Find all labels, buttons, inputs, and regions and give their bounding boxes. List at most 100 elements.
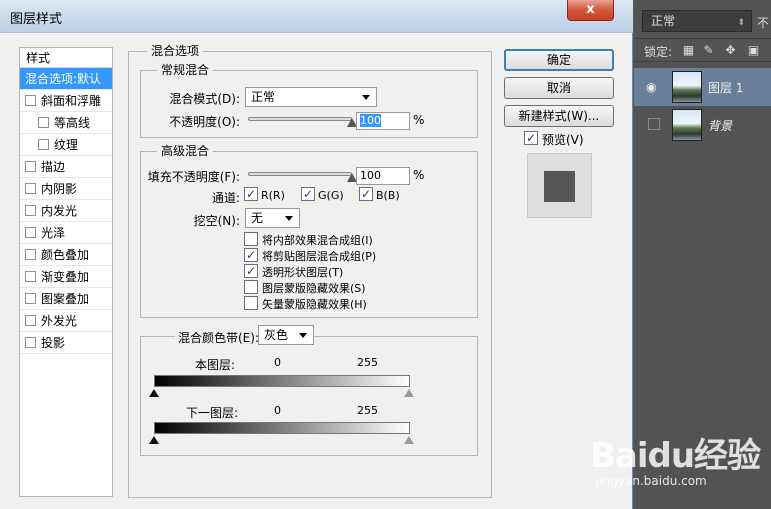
- blend-clipped-checkbox[interactable]: ✓: [244, 248, 258, 262]
- general-blending-title: 常规混合: [157, 63, 214, 77]
- channel-g-checkbox[interactable]: ✓: [301, 187, 315, 201]
- style-item-inner-glow[interactable]: 内发光: [20, 200, 112, 222]
- blend-interior-label: 将内部效果混合成组(I): [262, 234, 373, 247]
- style-item-drop-shadow[interactable]: 投影: [20, 332, 112, 354]
- lock-move-icon[interactable]: ✥: [724, 44, 737, 57]
- blend-interior-checkbox[interactable]: [244, 232, 258, 246]
- layer-name: 图层 1: [708, 81, 744, 95]
- underlying-layer-gradient: [154, 422, 410, 434]
- lock-row: 锁定: ▦ ✎ ✥ ▣: [634, 38, 771, 62]
- checkbox[interactable]: [25, 315, 36, 326]
- checkbox[interactable]: [38, 117, 49, 128]
- new-style-button[interactable]: 新建样式(W)...: [504, 105, 614, 127]
- layer-mask-hides-label: 图层蒙版隐藏效果(S): [262, 282, 366, 295]
- style-item-outer-glow[interactable]: 外发光: [20, 310, 112, 332]
- preview-label: 预览(V): [542, 133, 584, 147]
- checkbox[interactable]: [25, 227, 36, 238]
- advanced-blending-title: 高级混合: [157, 144, 214, 158]
- fill-opacity-input[interactable]: 100: [356, 167, 410, 185]
- style-item-stroke[interactable]: 描边: [20, 156, 112, 178]
- style-item-texture[interactable]: 纹理: [20, 134, 112, 156]
- underlying-layer-label: 下一图层:: [186, 406, 239, 420]
- checkbox[interactable]: [25, 161, 36, 172]
- blend-if-select[interactable]: 灰色: [258, 325, 314, 345]
- lock-all-icon[interactable]: ▣: [747, 44, 760, 57]
- checkbox[interactable]: [25, 205, 36, 216]
- style-item-bevel-emboss[interactable]: 斜面和浮雕: [20, 90, 112, 112]
- knockout-select[interactable]: 无: [245, 208, 300, 228]
- vector-mask-hides-checkbox[interactable]: [244, 296, 258, 310]
- style-item-color-overlay[interactable]: 颜色叠加: [20, 244, 112, 266]
- chevron-down-icon: [285, 216, 293, 221]
- style-item-inner-shadow[interactable]: 内阴影: [20, 178, 112, 200]
- close-icon: x: [586, 2, 595, 17]
- lock-brush-icon[interactable]: ✎: [702, 44, 715, 57]
- opacity-slider[interactable]: [248, 117, 352, 121]
- preview-swatch: [544, 171, 575, 202]
- style-item-pattern-overlay[interactable]: 图案叠加: [20, 288, 112, 310]
- checkbox[interactable]: [25, 183, 36, 194]
- layer-opacity-label: 不: [757, 16, 770, 30]
- style-list: 样式 混合选项:默认 斜面和浮雕 等高线 纹理 描边 内阴影 内发光 光泽 颜色…: [19, 47, 113, 497]
- dialog-title: 图层样式: [10, 12, 63, 27]
- visibility-toggle[interactable]: [648, 118, 660, 130]
- checkbox[interactable]: [38, 139, 49, 150]
- checkbox[interactable]: [25, 95, 36, 106]
- style-item-satin[interactable]: 光泽: [20, 222, 112, 244]
- lock-transparent-icon[interactable]: ▦: [682, 44, 695, 57]
- this-layer-label: 本图层:: [195, 358, 236, 372]
- channel-r-checkbox[interactable]: ✓: [244, 187, 258, 201]
- layer-style-dialog: 图层样式 x 样式 混合选项:默认 斜面和浮雕 等高线 纹理 描边 内阴影 内发…: [0, 0, 633, 509]
- knockout-label: 挖空(N):: [193, 214, 240, 228]
- blend-if-label: 混合颜色带(E):: [175, 329, 262, 346]
- blend-mode-select[interactable]: 正常: [245, 87, 377, 107]
- preview-thumbnail: [527, 153, 592, 218]
- channel-r-label: R(R): [261, 189, 285, 202]
- this-layer-low: 0: [274, 356, 281, 369]
- checkbox[interactable]: [25, 337, 36, 348]
- opacity-label: 不透明度(O):: [169, 115, 240, 129]
- this-layer-white-handle[interactable]: [404, 389, 414, 397]
- layer-blend-mode-select[interactable]: 正常 ⬍: [642, 10, 752, 32]
- cancel-button[interactable]: 取消: [504, 77, 614, 99]
- layer-thumbnail: [672, 109, 702, 141]
- close-button[interactable]: x: [567, 0, 614, 21]
- fill-opacity-slider[interactable]: [248, 172, 352, 176]
- style-item-gradient-overlay[interactable]: 渐变叠加: [20, 266, 112, 288]
- underlying-layer-high: 255: [357, 404, 378, 417]
- style-item-blend-options[interactable]: 混合选项:默认: [20, 68, 112, 90]
- blend-if-group: [140, 336, 478, 456]
- layer-mask-hides-checkbox[interactable]: [244, 280, 258, 294]
- layer-row-background[interactable]: 背景: [634, 106, 771, 144]
- opacity-pct: %: [413, 113, 425, 127]
- transparency-shapes-label: 透明形状图层(T): [262, 266, 344, 279]
- style-item-contour[interactable]: 等高线: [20, 112, 112, 134]
- transparency-shapes-checkbox[interactable]: ✓: [244, 264, 258, 278]
- underlying-layer-black-handle[interactable]: [149, 436, 159, 444]
- opacity-input[interactable]: 100: [356, 112, 410, 130]
- chevron-down-icon: [362, 95, 370, 100]
- title-bar[interactable]: 图层样式 x: [0, 0, 633, 33]
- this-layer-black-handle[interactable]: [149, 389, 159, 397]
- channel-b-checkbox[interactable]: ✓: [359, 187, 373, 201]
- blend-clipped-label: 将剪贴图层混合成组(P): [262, 250, 377, 263]
- ok-button[interactable]: 确定: [504, 49, 614, 71]
- underlying-layer-white-handle[interactable]: [404, 436, 414, 444]
- channel-b-label: B(B): [376, 189, 400, 202]
- chevron-down-icon: [299, 333, 307, 338]
- style-list-header[interactable]: 样式: [20, 48, 112, 68]
- this-layer-gradient: [154, 375, 410, 387]
- blend-options-title: 混合选项: [147, 44, 204, 58]
- blend-mode-label: 混合模式(D):: [169, 92, 240, 106]
- vector-mask-hides-label: 矢量蒙版隐藏效果(H): [262, 298, 367, 311]
- checkbox[interactable]: [25, 249, 36, 260]
- preview-checkbox[interactable]: ✓: [524, 131, 538, 145]
- layer-name: 背景: [708, 119, 733, 133]
- eye-icon[interactable]: ◉: [646, 80, 662, 94]
- layer-row-layer1[interactable]: ◉ 图层 1: [634, 68, 771, 106]
- this-layer-high: 255: [357, 356, 378, 369]
- checkbox[interactable]: [25, 271, 36, 282]
- checkbox[interactable]: [25, 293, 36, 304]
- layers-panel: 正常 ⬍ 不 锁定: ▦ ✎ ✥ ▣ ◉ 图层 1 背景: [634, 0, 771, 509]
- lock-label: 锁定:: [644, 45, 673, 59]
